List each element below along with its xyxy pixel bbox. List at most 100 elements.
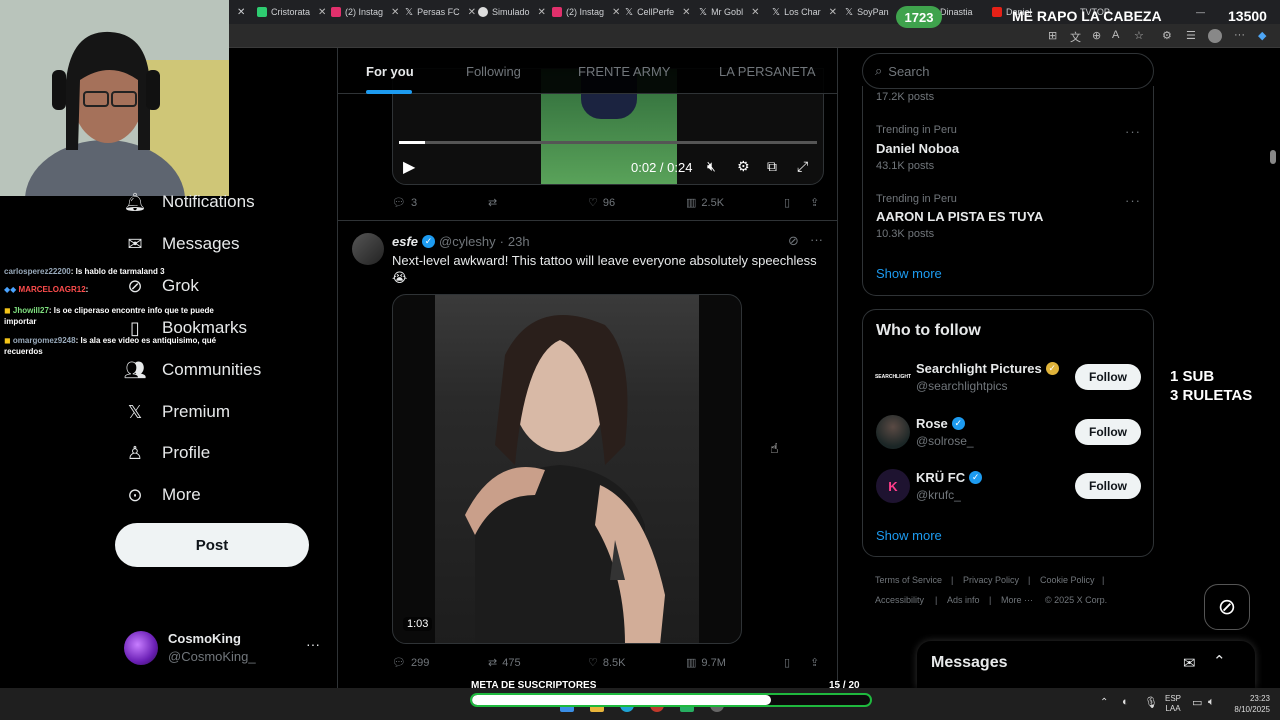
views-button[interactable]: ▥ 9.7M [686, 656, 726, 670]
goal-progress-text: 15 / 20 [829, 680, 860, 691]
avatar[interactable]: SEARCHLIGHT [875, 360, 911, 394]
sidebar-item-profile[interactable]: ♙ Profile [124, 442, 210, 464]
tab-frente-army[interactable]: FRENTE ARMY [578, 64, 670, 79]
copilot-icon[interactable]: ◆ [1258, 29, 1266, 42]
browser-tab[interactable]: Simulado ✕ [478, 3, 548, 21]
messages-drawer[interactable]: Messages ✉ ⌃ [917, 641, 1255, 688]
minimize-icon[interactable]: — [1196, 3, 1208, 21]
show-more-link[interactable]: Show more [876, 528, 942, 543]
browser-tab[interactable]: (2) Instag ✕ [552, 3, 622, 21]
trend-name[interactable]: AARON LA PISTA ES TUYA [876, 209, 1043, 224]
avatar[interactable]: K [876, 469, 910, 503]
grid-icon[interactable]: ⊞ [1048, 29, 1057, 42]
tab-for-you[interactable]: For you [366, 64, 414, 79]
network-icon[interactable]: ▭ [1192, 696, 1202, 709]
clock[interactable]: 23:23 8/10/2025 [1226, 693, 1270, 715]
repost-button[interactable]: ⇄ 475 [488, 656, 521, 670]
reply-button[interactable]: 💬︎ 299 [392, 656, 429, 670]
new-message-icon[interactable]: ✉ [1183, 654, 1196, 672]
scrollbar-thumb[interactable] [1270, 150, 1276, 164]
sidebar-item-messages[interactable]: ✉ Messages [124, 233, 239, 255]
avatar[interactable] [352, 233, 384, 265]
sidebar-item-premium[interactable]: 𝕏 Premium [124, 401, 230, 423]
like-button[interactable]: ♡ 96 [588, 196, 615, 210]
translate-icon[interactable]: 文 [1070, 29, 1081, 45]
post-button[interactable]: Post [115, 523, 309, 567]
like-button[interactable]: ♡ 8.5K [588, 656, 626, 670]
view-count: 9.7M [701, 656, 726, 669]
footer-link[interactable]: Terms of Service [875, 575, 942, 585]
fullscreen-icon[interactable]: ⤢ [797, 158, 808, 175]
footer-link[interactable]: More ··· [1001, 595, 1033, 605]
expand-icon[interactable]: ⌃ [1213, 652, 1226, 670]
browser-tab[interactable]: 𝕏 CellPerfe ✕ [625, 3, 695, 21]
browser-tab[interactable]: Cristorata ✕ [257, 3, 327, 21]
extensions-icon[interactable]: ⚙ [1162, 29, 1172, 42]
browser-tab[interactable]: 𝕏 SoyPan [845, 3, 895, 21]
microphone-icon[interactable]: 🎙︎ [1144, 696, 1158, 709]
bookmark-button[interactable]: ▯ [784, 656, 790, 669]
browser-tab[interactable]: Dinastia [940, 3, 990, 21]
avatar[interactable] [876, 415, 910, 449]
sidebar-item-label: Profile [162, 443, 211, 462]
video-progress-track[interactable] [399, 141, 817, 144]
search-input[interactable]: ⌕ Search [862, 53, 1154, 89]
footer-link[interactable]: Privacy Policy [963, 575, 1019, 585]
footer-link[interactable]: Ads info [947, 595, 980, 605]
follow-button[interactable]: Follow [1075, 364, 1141, 390]
bookmark-button[interactable]: ▯ [784, 196, 790, 209]
tab-label: Cristorata [271, 7, 311, 17]
people-icon: 👥︎ [123, 359, 147, 380]
play-icon[interactable]: ▶ [403, 157, 415, 177]
tab-la-persaneta[interactable]: LA PERSANETA [719, 64, 816, 79]
browser-tab[interactable]: 𝕏 Los Char ✕ [772, 3, 842, 21]
repost-button[interactable]: ⇄ [488, 196, 502, 209]
mute-icon[interactable]: 🔇︎ [707, 158, 716, 175]
sidebar-item-label: Communities [162, 360, 262, 379]
more-dots-icon[interactable]: ··· [1125, 193, 1141, 208]
grok-explain-icon[interactable]: ⊘ [788, 233, 799, 249]
tray-app-icon[interactable]: ◐ [1122, 696, 1129, 708]
tweet-video[interactable]: 1:03 [392, 294, 742, 644]
share-button[interactable]: ⇪ [810, 196, 819, 209]
tray-chevron-icon[interactable]: ⌃ [1100, 697, 1108, 708]
picture-in-picture-icon[interactable]: ⧉ [767, 158, 777, 175]
profile-avatar-icon[interactable] [1208, 29, 1222, 43]
reply-button[interactable]: 💬︎ 3 [392, 196, 417, 210]
follow-button[interactable]: Follow [1075, 419, 1141, 445]
more-dots-icon[interactable]: ··· [1125, 124, 1141, 139]
browser-tab[interactable]: 𝕏 Mr Gobl ✕ [699, 3, 769, 21]
views-button[interactable]: ▥ 2.5K [686, 196, 724, 210]
trend-name[interactable]: Daniel Noboa [876, 141, 959, 156]
sidebar-item-communities[interactable]: 👥︎ Communities [123, 359, 262, 381]
grok-button[interactable]: ⊘ [1204, 584, 1250, 630]
browser-tab[interactable]: (2) Instag ✕ [331, 3, 401, 21]
more-dots-icon[interactable]: ··· [306, 636, 320, 652]
share-button[interactable]: ⇪ [810, 656, 819, 669]
follow-button[interactable]: Follow [1075, 473, 1141, 499]
read-aloud-icon[interactable]: A [1112, 29, 1119, 41]
browser-tab[interactable]: 𝕏 Persas FC ✕ [405, 3, 475, 21]
tab-close-icon[interactable]: ✕ [237, 3, 245, 21]
tab-following[interactable]: Following [466, 64, 521, 79]
footer-link[interactable]: Cookie Policy [1040, 575, 1095, 585]
sidebar-item-notifications[interactable]: 🔔︎ Notifications [124, 191, 255, 213]
sidebar-item-more[interactable]: ⊙ More [124, 484, 200, 506]
account-switcher[interactable]: CosmoKing @CosmoKing_ ··· [124, 628, 324, 668]
favorites-icon[interactable]: ☰ [1186, 29, 1196, 42]
tweet-author[interactable]: esfe [392, 234, 418, 249]
more-dots-icon[interactable]: ··· [810, 232, 823, 247]
tweet-handle[interactable]: @cyleshy [439, 234, 496, 249]
settings-icon[interactable]: ⚙ [737, 158, 750, 175]
volume-icon[interactable]: 🔈︎ [1208, 696, 1215, 709]
follow-suggestion-name[interactable]: Searchlight Pictures ✓ [916, 361, 1059, 376]
favorite-icon[interactable]: ☆ [1134, 29, 1144, 42]
menu-dots-icon[interactable]: ··· [1234, 29, 1245, 41]
follow-suggestion-name[interactable]: Rose ✓ [916, 416, 965, 431]
show-more-link[interactable]: Show more [876, 266, 942, 281]
zoom-icon[interactable]: ⊕ [1092, 29, 1101, 42]
language-indicator[interactable]: ESP LAA [1165, 694, 1181, 714]
footer-link[interactable]: Accessibility [875, 595, 924, 605]
tweet-time[interactable]: 23h [508, 234, 530, 249]
follow-suggestion-name[interactable]: KRÜ FC ✓ [916, 470, 983, 485]
